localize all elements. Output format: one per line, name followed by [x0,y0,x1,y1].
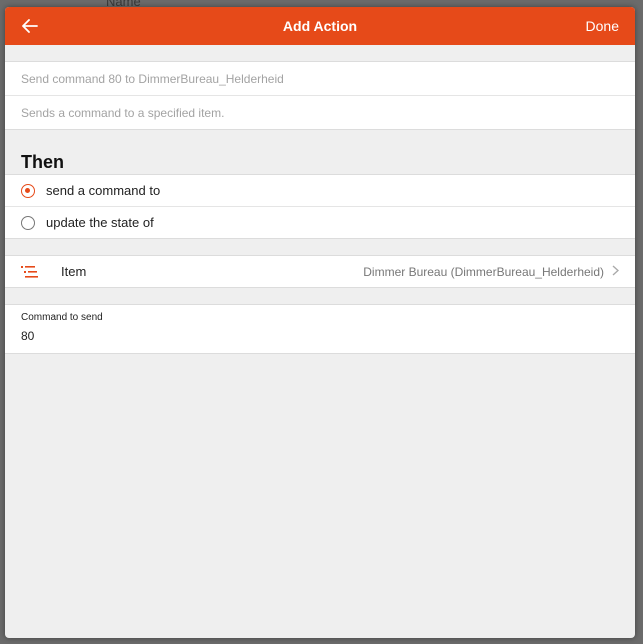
command-field-label: Command to send [21,312,103,323]
page-title: Add Action [282,18,358,34]
radio-label: send a command to [46,183,161,198]
section-title-then: Then [21,152,64,172]
label-input[interactable]: Send command 80 to DimmerBureau_Helderhe… [5,62,635,95]
item-label: Item [61,264,87,279]
list-icon [21,265,41,279]
command-input[interactable] [21,329,619,343]
radio-unchecked-icon[interactable] [21,215,35,230]
action-type-radio-group: send a command to update the state of [5,174,635,239]
command-field-block: Command to send [5,304,635,354]
item-value: Dimmer Bureau (DimmerBureau_Helderheid) [363,264,604,279]
radio-checked-icon[interactable] [21,183,35,198]
radio-label: update the state of [46,215,154,230]
add-action-sheet: Add Action Done Send command 80 to Dimme… [5,7,635,638]
done-button[interactable]: Done [586,18,619,34]
radio-send-command[interactable]: send a command to [5,175,635,206]
item-picker-block: Item Dimmer Bureau (DimmerBureau_Helderh… [5,255,635,288]
navbar: Add Action Done [5,7,635,45]
radio-update-state[interactable]: update the state of [5,206,635,238]
chevron-right-icon [612,264,620,279]
item-picker-row[interactable]: Item Dimmer Bureau (DimmerBureau_Helderh… [5,256,635,287]
details-block: Send command 80 to DimmerBureau_Helderhe… [5,61,635,130]
description-input[interactable]: Sends a command to a specified item. [5,95,635,129]
